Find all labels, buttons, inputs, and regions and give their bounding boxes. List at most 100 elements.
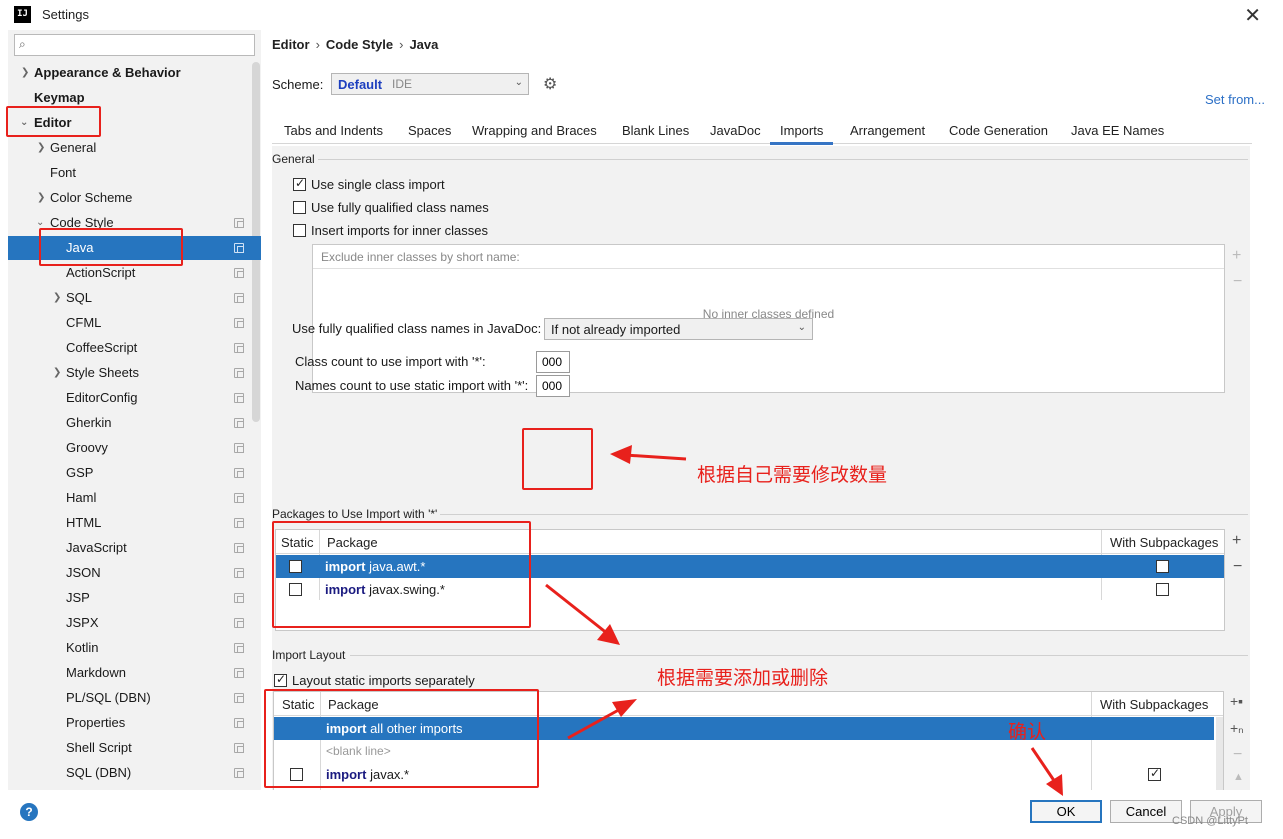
static-checkbox[interactable] (289, 560, 302, 573)
sidebar-item-coffeescript[interactable]: CoffeeScript (8, 336, 249, 360)
names-count-input[interactable] (536, 375, 570, 397)
table-row[interactable]: <blank line> (274, 740, 1223, 763)
set-from-link[interactable]: Set from... (1205, 92, 1265, 107)
scheme-select[interactable]: Default IDE ⌄ (331, 73, 529, 95)
tab-code-generation[interactable]: Code Generation (949, 123, 1048, 142)
sidebar-item-label: Markdown (66, 665, 126, 680)
with-subpackages-checkbox[interactable] (1156, 560, 1169, 573)
annotation-text-add-remove: 根据需要添加或删除 (657, 667, 829, 689)
sidebar-item-plsql-dbn[interactable]: PL/SQL (DBN) (8, 686, 249, 710)
project-scope-icon (234, 468, 244, 478)
sidebar-item-gherkin[interactable]: Gherkin (8, 411, 249, 435)
sidebar-item-label: JavaScript (66, 540, 127, 555)
search-input[interactable] (37, 37, 247, 53)
add-icon[interactable]: + (1232, 247, 1241, 265)
tab-java-ee-names[interactable]: Java EE Names (1071, 123, 1164, 142)
sidebar-item-code-style[interactable]: ⌄ Code Style (8, 211, 249, 235)
table-row[interactable]: import java.awt.* (276, 555, 1224, 578)
sidebar-item-appearance-behavior[interactable]: ❯ Appearance & Behavior (8, 61, 249, 85)
import-layout-scrollbar[interactable] (1216, 717, 1223, 790)
tab-spaces[interactable]: Spaces (408, 123, 451, 142)
sidebar-item-json[interactable]: JSON (8, 561, 249, 585)
breadcrumb-item-code-style[interactable]: Code Style (326, 37, 393, 52)
sidebar-item-label: Appearance & Behavior (34, 65, 181, 80)
scheme-label: Scheme: (272, 77, 324, 92)
add-icon[interactable]: + (1232, 532, 1241, 550)
remove-icon[interactable]: − (1233, 746, 1242, 764)
remove-icon[interactable]: − (1233, 273, 1242, 291)
tab-wrapping-and-braces[interactable]: Wrapping and Braces (472, 123, 597, 142)
sidebar-item-editorconfig[interactable]: EditorConfig (8, 386, 249, 410)
project-scope-icon (234, 243, 244, 253)
use-single-class-import-checkbox[interactable]: Use single class import (293, 176, 445, 192)
tab-blank-lines[interactable]: Blank Lines (622, 123, 689, 142)
remove-icon[interactable]: − (1233, 558, 1242, 576)
sidebar-item-style-sheets[interactable]: ❯ Style Sheets (8, 361, 249, 385)
table-row[interactable]: import all other imports (274, 717, 1214, 740)
tab-tabs-and-indents[interactable]: Tabs and Indents (284, 123, 383, 142)
annotation-text-confirm: 确认 (1008, 721, 1047, 743)
checkbox-label: Use single class import (311, 177, 445, 192)
sidebar-item-sql-dbn[interactable]: SQL (DBN) (8, 761, 249, 785)
gear-icon[interactable]: ⚙ (543, 74, 557, 94)
checkbox-checked-icon (274, 672, 287, 687)
sidebar-item-kotlin[interactable]: Kotlin (8, 636, 249, 660)
chevron-down-icon: ⌄ (36, 217, 45, 228)
add-package-icon[interactable]: +▪ (1230, 693, 1243, 709)
sidebar-item-properties[interactable]: Properties (8, 711, 249, 735)
move-up-icon[interactable]: ▲ (1233, 771, 1244, 783)
sidebar-item-color-scheme[interactable]: ❯ Color Scheme (8, 186, 249, 210)
sidebar-item-editor[interactable]: ⌄ Editor (8, 111, 249, 135)
sidebar-item-keymap[interactable]: Keymap (8, 86, 249, 110)
packages-table-header: Static Package With Subpackages (276, 530, 1224, 554)
sidebar-item-label: JSON (66, 565, 101, 580)
static-checkbox[interactable] (290, 768, 303, 781)
project-scope-icon (234, 693, 244, 703)
javadoc-fq-select[interactable]: If not already imported ⌄ (544, 318, 813, 340)
sidebar-item-label: Properties (66, 715, 126, 730)
static-checkbox[interactable] (289, 583, 302, 596)
sidebar-item-shell-script[interactable]: Shell Script (8, 736, 249, 760)
with-subpackages-checkbox[interactable] (1156, 583, 1169, 596)
scheme-name: Default (338, 77, 383, 92)
package-name: java.awt.* (369, 559, 426, 574)
sidebar-item-cfml[interactable]: CFML (8, 311, 249, 335)
sidebar-item-haml[interactable]: Haml (8, 486, 249, 510)
breadcrumb-item-editor[interactable]: Editor (272, 37, 310, 52)
insert-imports-inner-checkbox[interactable]: Insert imports for inner classes (293, 223, 488, 238)
class-count-input[interactable] (536, 351, 570, 373)
sidebar-item-markdown[interactable]: Markdown (8, 661, 249, 685)
sidebar-item-jsp[interactable]: JSP (8, 586, 249, 610)
col-static: Static (282, 697, 315, 712)
search-box[interactable]: ⌕ (14, 34, 255, 56)
tab-imports[interactable]: Imports (770, 123, 834, 145)
sidebar-item-groovy[interactable]: Groovy (8, 436, 249, 460)
sidebar-item-jspx[interactable]: JSPX (8, 611, 249, 635)
close-icon[interactable]: ✕ (1244, 3, 1261, 28)
chevron-right-icon: ❯ (37, 192, 46, 203)
sidebar-item-java[interactable]: Java (8, 236, 261, 260)
sidebar-item-sql[interactable]: ❯ SQL (8, 286, 249, 310)
add-blank-line-icon[interactable]: +ₙ (1230, 720, 1244, 737)
help-icon[interactable]: ? (20, 803, 38, 821)
sidebar-item-font[interactable]: Font (8, 161, 249, 185)
use-fully-qualified-checkbox[interactable]: Use fully qualified class names (293, 200, 489, 215)
project-scope-icon (234, 768, 244, 778)
sidebar-item-actionscript[interactable]: ActionScript (8, 261, 249, 285)
sidebar-item-html[interactable]: HTML (8, 511, 249, 535)
sidebar-item-label: GSP (66, 465, 94, 480)
ok-button[interactable]: OK (1030, 800, 1102, 823)
sidebar-item-general[interactable]: ❯ General (8, 136, 249, 160)
sidebar-item-gsp[interactable]: GSP (8, 461, 249, 485)
tab-arrangement[interactable]: Arrangement (850, 123, 925, 142)
table-row[interactable]: import javax.* (274, 763, 1223, 786)
table-row[interactable]: import javax.swing.* (276, 578, 1224, 601)
section-divider (440, 514, 1248, 515)
project-scope-icon (234, 493, 244, 503)
tab-javadoc[interactable]: JavaDoc (710, 123, 761, 142)
with-subpackages-checkbox[interactable] (1148, 766, 1161, 781)
import-keyword: import (325, 559, 366, 574)
sidebar-item-label: Haml (66, 490, 97, 505)
layout-static-separately-checkbox[interactable]: Layout static imports separately (274, 672, 475, 688)
sidebar-item-javascript[interactable]: JavaScript (8, 536, 249, 560)
